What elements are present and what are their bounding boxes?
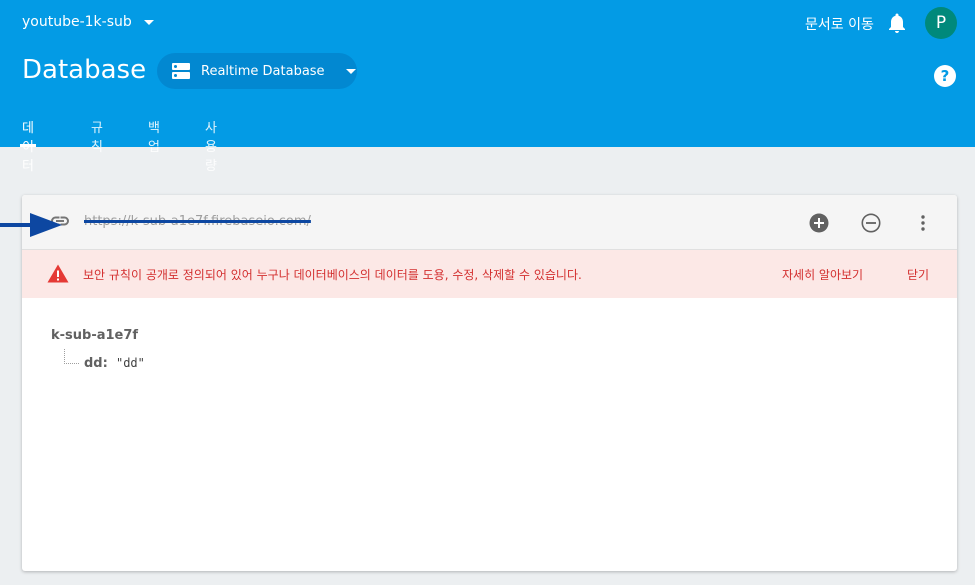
project-name: youtube-1k-sub (22, 14, 132, 30)
tab-rules[interactable]: 규칙 (91, 108, 103, 155)
avatar-letter: P (935, 13, 947, 33)
panel-toolbar: https://k-sub-a1e7f.firebaseio.com/ (22, 195, 957, 250)
chevron-down-icon (345, 68, 356, 74)
tab-data[interactable]: 데이터 (20, 108, 36, 174)
node-key-separator: : (102, 356, 108, 371)
tab-label: 사용량 (205, 121, 217, 174)
go-to-docs-link[interactable]: 문서로 이동 (805, 14, 874, 34)
learn-more-link[interactable]: 자세히 알아보기 (782, 266, 863, 283)
tab-label: 데이터 (22, 121, 34, 174)
notifications-bell-icon[interactable] (887, 12, 907, 34)
database-data-panel: https://k-sub-a1e7f.firebaseio.com/ 보안 규… (22, 195, 957, 571)
annotation-arrow-icon (0, 213, 62, 237)
dismiss-warning-button[interactable]: 닫기 (907, 266, 929, 283)
node-key: dd (84, 356, 103, 371)
more-vert-icon[interactable] (913, 213, 933, 233)
database-type-selector[interactable]: Realtime Database (157, 53, 357, 89)
database-type-label: Realtime Database (201, 63, 325, 79)
tab-label: 규칙 (91, 121, 103, 155)
tree-connector (64, 349, 79, 364)
tree-child-node[interactable]: dd: "dd" (84, 356, 145, 371)
database-url[interactable]: https://k-sub-a1e7f.firebaseio.com/ (84, 214, 311, 229)
node-value: "dd" (115, 356, 145, 370)
chevron-down-icon (143, 19, 154, 25)
console-header: youtube-1k-sub 문서로 이동 P Database Realtim… (0, 0, 975, 174)
tree-root-node[interactable]: k-sub-a1e7f (51, 328, 138, 343)
account-avatar[interactable]: P (925, 7, 957, 39)
remove-circle-icon[interactable] (861, 213, 881, 233)
help-icon[interactable]: ? (934, 65, 956, 87)
help-glyph: ? (940, 67, 950, 85)
warning-message: 보안 규칙이 공개로 정의되어 있어 누구나 데이터베이스의 데이터를 도용, … (83, 268, 582, 282)
tab-usage[interactable]: 사용량 (205, 108, 217, 174)
database-storage-icon (172, 63, 190, 79)
tab-label: 백업 (148, 121, 160, 155)
page-title: Database (22, 55, 147, 85)
security-warning-banner: 보안 규칙이 공개로 정의되어 있어 누구나 데이터베이스의 데이터를 도용, … (22, 250, 957, 298)
project-selector[interactable]: youtube-1k-sub (22, 14, 154, 30)
warning-icon (47, 264, 69, 283)
add-circle-icon[interactable] (809, 213, 829, 233)
tab-backups[interactable]: 백업 (148, 108, 160, 155)
